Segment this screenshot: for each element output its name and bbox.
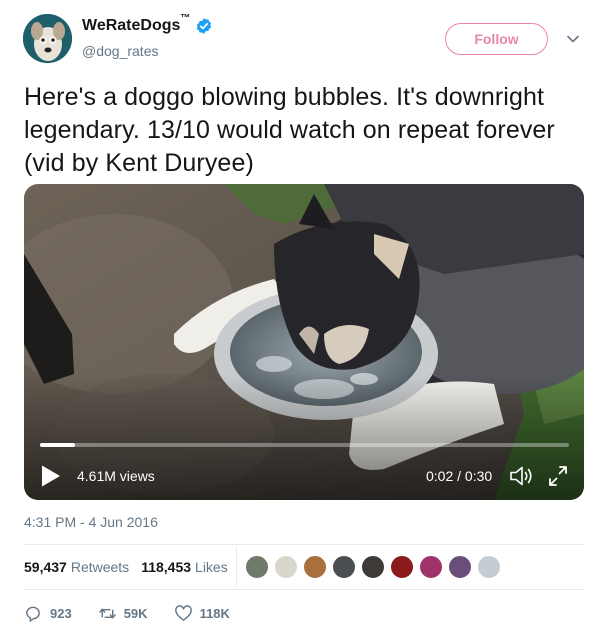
verified-badge-icon [197,18,212,34]
liker-avatar[interactable] [332,555,356,579]
tweet-card: WeRateDogs™ @dog_rates Follow Here's a d… [0,0,610,634]
display-name[interactable]: WeRateDogs™ [82,13,190,35]
tweet-timestamp[interactable]: 4:31 PM - 4 Jun 2016 [24,514,158,530]
video-time: 0:02 / 0:30 [426,468,493,484]
reply-count: 923 [50,606,72,621]
liker-avatar[interactable] [448,555,472,579]
retweet-action-count: 59K [123,606,148,621]
retweet-count[interactable]: 59,437 [24,559,67,575]
reply-icon [26,606,40,622]
liker-avatar[interactable] [477,555,501,579]
retweet-icon [98,608,116,619]
progress-fill [40,443,76,447]
handle[interactable]: @dog_rates [82,43,158,59]
retweet-label[interactable]: Retweets [71,559,129,575]
like-count[interactable]: 118,453 [141,559,191,575]
liker-avatar[interactable] [245,555,269,579]
liker-avatar[interactable] [303,555,327,579]
heart-icon [174,605,192,621]
like-stat[interactable]: 118,453 Likes [141,559,228,575]
tweet-stats: 59,437 Retweets 118,453 Likes [24,556,240,578]
liker-avatar[interactable] [361,555,385,579]
liker-avatar[interactable] [419,555,443,579]
liker-avatars [245,555,506,579]
retweet-stat[interactable]: 59,437 Retweets [24,559,129,575]
divider [24,589,584,590]
fullscreen-icon[interactable] [547,464,569,488]
like-button[interactable]: 118K [174,604,230,623]
tweet-text: Here's a doggo blowing bubbles. It's dow… [24,83,555,177]
liker-avatar[interactable] [274,555,298,579]
tweet-actions: 923 59K 118K [24,604,256,623]
video-frame [24,184,584,500]
volume-icon[interactable] [508,464,534,488]
name-row[interactable]: WeRateDogs™ [82,13,213,35]
divider [24,544,584,545]
trademark-symbol: ™ [180,13,191,24]
like-action-count: 118K [199,606,230,621]
view-count: 4.61M views [77,468,155,484]
dog-face-avatar-icon [23,14,72,63]
display-name-text[interactable]: WeRateDogs [82,17,180,34]
reply-button[interactable]: 923 [24,604,72,623]
avatar[interactable] [23,14,72,63]
video-player[interactable]: 4.61M views 0:02 / 0:30 [24,184,584,500]
like-label[interactable]: Likes [195,559,228,575]
progress-bar[interactable] [40,443,569,447]
retweet-button[interactable]: 59K [98,604,148,623]
chevron-down-icon[interactable] [566,32,580,46]
follow-button[interactable]: Follow [445,23,548,55]
stats-separator [236,547,237,587]
play-icon[interactable] [40,464,62,488]
liker-avatar[interactable] [390,555,414,579]
